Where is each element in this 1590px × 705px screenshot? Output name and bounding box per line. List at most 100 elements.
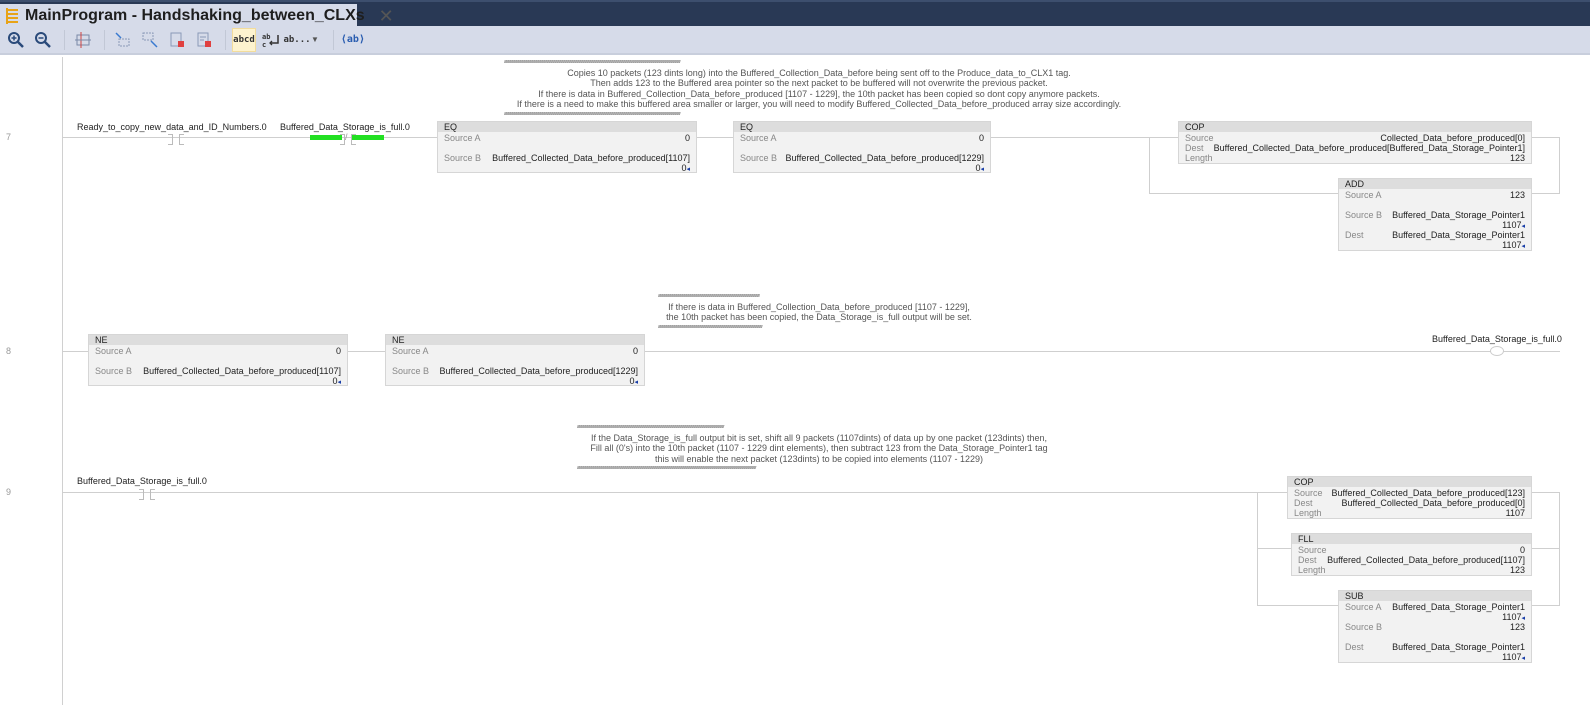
delete-branch-button[interactable] <box>192 28 216 52</box>
eq-instruction[interactable]: EQ Source A 0 Source B Buffered_Collected_… <box>733 121 991 173</box>
delete-rung-icon <box>170 32 184 47</box>
operand-value[interactable]: 123 <box>1510 190 1525 200</box>
rung-comment: If the Data_Storage_is_full output bit i… <box>577 433 1061 464</box>
fll-instruction[interactable]: FLL Source 0 Dest Buffered_Collected_Data_… <box>1291 533 1532 576</box>
coil-tag[interactable]: Buffered_Data_Storage_is_full.0 <box>1432 334 1562 344</box>
output-coil[interactable] <box>1490 346 1504 356</box>
fit-layout-button[interactable] <box>71 28 95 52</box>
operand-value[interactable]: Buffered_Collected_Data_before_produced[… <box>440 366 638 376</box>
operand-label: Dest <box>1294 498 1313 508</box>
ne-instruction[interactable]: NE Source A 0 Source B Buffered_Collected_… <box>385 334 645 386</box>
sub-instruction[interactable]: SUB Source A Buffered_Data_Storage_Pointe… <box>1338 590 1532 663</box>
zoom-in-button[interactable] <box>4 28 28 52</box>
operand-label: Source A <box>392 346 429 356</box>
comment-line: If there is data in Buffered_Collection_… <box>668 302 970 312</box>
xic-contact[interactable] <box>137 489 157 500</box>
branch-wire <box>1530 605 1560 606</box>
zoom-in-icon <box>8 31 24 48</box>
live-value-arrow-icon: ◂ <box>1521 655 1525 662</box>
operand-value[interactable]: 0 <box>685 133 690 143</box>
toolbar-separator <box>104 29 105 50</box>
energized-indicator <box>352 135 384 140</box>
operand-value[interactable]: 1107 <box>1506 508 1525 518</box>
operand-value[interactable]: Buffered_Collected_Data_before_produced[… <box>786 153 984 163</box>
operand-value[interactable]: 0 <box>979 133 984 143</box>
contact-tag[interactable]: Buffered_Data_Storage_is_full.0 <box>280 122 410 132</box>
cop-instruction[interactable]: COP Source Buffered_Collected_Data_before… <box>1287 476 1532 519</box>
comment-line: If there is data in Buffered_Collection_… <box>538 88 1100 99</box>
instruction-mnemonic: EQ <box>438 122 696 132</box>
operand-value[interactable]: Buffered_Data_Storage_Pointer1 <box>1392 210 1525 220</box>
tag-description-toggle[interactable]: abcd <box>232 27 256 52</box>
operand-value[interactable]: Buffered_Collected_Data_before_produced[… <box>1342 498 1525 508</box>
comment-border: ////////////////////////////////////////… <box>658 294 760 298</box>
contact-tag[interactable]: Buffered_Data_Storage_is_full.0 <box>77 476 207 486</box>
rung-number[interactable]: 7 <box>6 132 11 142</box>
comment-border: ////////////////////////////////////////… <box>658 325 763 329</box>
wrap-text-icon: abc <box>262 33 279 49</box>
operand-value[interactable]: Buffered_Collected_Data_before_produced[… <box>492 153 690 163</box>
add-rung-button[interactable] <box>111 28 135 52</box>
operand-value[interactable]: Collected_Data_before_produced[0] <box>1380 133 1525 143</box>
operand-label: Length <box>1294 508 1322 518</box>
operand-value[interactable]: Buffered_Collected_Data_before_produced[… <box>1327 555 1525 565</box>
operand-label: Source B <box>1345 210 1383 220</box>
comment-border: ////////////////////////////////////////… <box>577 425 725 429</box>
operand-value[interactable]: Buffered_Data_Storage_Pointer1 <box>1392 642 1525 652</box>
routine-tab[interactable]: MainProgram - Handshaking_between_CLXs ✕ <box>0 4 394 28</box>
operand-value[interactable]: 123 <box>1510 565 1525 575</box>
comment-line: If there is a need to make this buffered… <box>516 99 1122 110</box>
eq-instruction[interactable]: EQ Source A 0 Source B Buffered_Collected_… <box>437 121 697 173</box>
svg-text:ab: ab <box>262 33 270 41</box>
live-value-arrow-icon: ◂ <box>686 166 690 173</box>
operand-label: Length <box>1298 565 1326 575</box>
close-icon[interactable]: ✕ <box>379 6 394 27</box>
operand-value[interactable]: Buffered_Collected_Data_before_produced[… <box>1332 488 1525 498</box>
operand-value[interactable]: 123 <box>1510 622 1525 632</box>
chevron-down-icon[interactable]: ▼ <box>311 35 319 44</box>
instruction-mnemonic: COP <box>1288 477 1531 487</box>
operand-label: Source B <box>1345 622 1383 632</box>
rung-comment: Copies 10 packets (123 dints long) into … <box>504 68 1134 110</box>
delete-rung-button[interactable] <box>165 28 189 52</box>
operand-label: Length <box>1185 153 1213 163</box>
operand-value[interactable]: 123 <box>1510 153 1525 163</box>
comment-border: ////////////////////////////////////////… <box>504 60 681 64</box>
operand-value[interactable]: Buffered_Data_Storage_Pointer1 <box>1392 602 1525 612</box>
operand-value[interactable]: Buffered_Collected_Data_before_produced[… <box>143 366 341 376</box>
live-value-arrow-icon: ◂ <box>980 166 984 173</box>
instruction-mnemonic: EQ <box>734 122 990 132</box>
operand-value[interactable]: 0 <box>336 346 341 356</box>
live-value: 1107 <box>1502 240 1522 250</box>
operand-value[interactable]: 0 <box>633 346 638 356</box>
operand-label: Source B <box>444 153 482 163</box>
tab-title: MainProgram - Handshaking_between_CLXs <box>25 7 365 24</box>
cop-instruction[interactable]: COP Source Collected_Data_before_produced… <box>1178 121 1532 164</box>
add-instruction[interactable]: ADD Source A 123 Source B Buffered_Data_St… <box>1338 178 1532 251</box>
rung-number[interactable]: 9 <box>6 487 11 497</box>
xic-contact[interactable] <box>166 134 186 145</box>
live-value: 1107 <box>1502 220 1522 230</box>
svg-text:c: c <box>262 41 266 49</box>
show-comments-toggle[interactable]: ⟨ab⟩ <box>340 28 366 52</box>
operand-value[interactable]: 0 <box>1520 545 1525 555</box>
operand-label: Source A <box>95 346 132 356</box>
ne-instruction[interactable]: NE Source A 0 Source B Buffered_Collected_… <box>88 334 348 386</box>
live-value: 1107 <box>1502 612 1522 622</box>
zoom-out-button[interactable] <box>31 28 55 52</box>
rung-number[interactable]: 8 <box>6 346 11 356</box>
wrap-text-toggle[interactable]: ab c <box>259 28 283 52</box>
branch-wire <box>1530 193 1560 194</box>
instruction-mnemonic: SUB <box>1339 591 1531 601</box>
edit-rung-button[interactable] <box>138 28 162 52</box>
operand-value[interactable]: Buffered_Collected_Data_before_produced[… <box>1214 143 1525 153</box>
operand-value[interactable]: Buffered_Data_Storage_Pointer1 <box>1392 230 1525 240</box>
truncate-text-dropdown[interactable]: ab... <box>283 28 311 52</box>
rung-wire <box>697 137 733 138</box>
branch-wire <box>1257 548 1291 549</box>
add-rung-icon <box>115 31 130 46</box>
contact-tag[interactable]: Ready_to_copy_new_data_and_ID_Numbers.0 <box>77 122 267 132</box>
ladder-editor[interactable]: ////////////////////////////////////////… <box>0 57 1590 705</box>
truncate-text-label: ab... <box>283 34 311 45</box>
normally-closed-slash: / <box>345 132 348 142</box>
